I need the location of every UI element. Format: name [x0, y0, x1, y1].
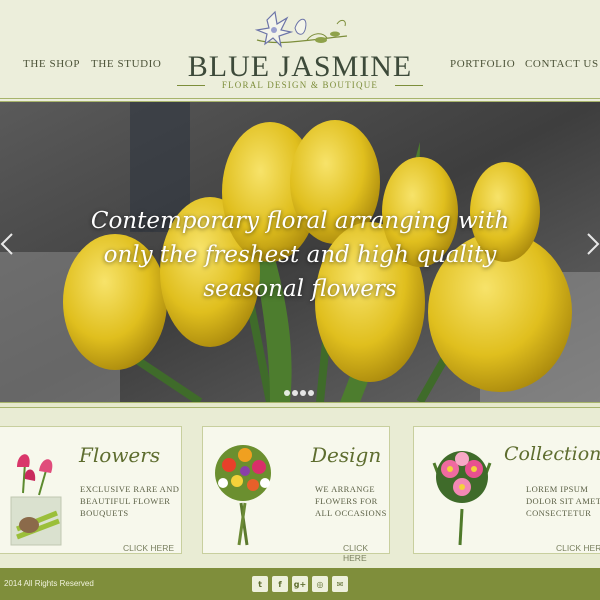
copyright-text: 2014 All Rights Reserved — [4, 579, 94, 588]
card-collections[interactable]: Collections LOREM IPSUM DOLOR SIT AMETU … — [413, 426, 600, 554]
google-plus-icon[interactable]: g+ — [292, 576, 308, 592]
nav-the-studio[interactable]: THE STUDIO — [91, 58, 161, 70]
nav-portfolio[interactable]: PORTFOLIO — [450, 58, 515, 70]
logo-title: BLUE JASMINE — [187, 50, 413, 83]
chevron-right-icon[interactable] — [586, 232, 600, 256]
card-link[interactable]: CLICK HERE — [123, 543, 174, 553]
site-logo[interactable]: BLUE JASMINE FLORAL DESIGN & BOUTIQUE — [175, 8, 425, 98]
facebook-icon[interactable]: f — [272, 576, 288, 592]
card-description: WE ARRANGE FLOWERS FOR ALL OCCASIONS — [315, 484, 387, 518]
twitter-icon[interactable]: t — [252, 576, 268, 592]
logo-subtitle: FLORAL DESIGN & BOUTIQUE — [221, 80, 379, 90]
logo-rule-right — [395, 85, 423, 86]
slider-dot[interactable] — [284, 390, 290, 396]
hero-tagline-line: seasonal flowers — [203, 276, 397, 302]
instagram-icon[interactable]: ◎ — [312, 576, 328, 592]
card-design[interactable]: Design WE ARRANGE FLOWERS FOR ALL OCCASI… — [202, 426, 390, 563]
mixed-bouquet-icon — [215, 445, 271, 546]
social-links: t f g+ ◎ ✉ — [252, 576, 348, 592]
hero-slider: Contemporary floral arranging with only … — [0, 102, 600, 402]
slider-dot[interactable] — [308, 390, 314, 396]
card-title: Flowers — [79, 443, 161, 467]
nav-the-shop[interactable]: THE SHOP — [23, 58, 80, 70]
card-title: Collections — [504, 443, 600, 465]
slider-dot[interactable] — [292, 390, 298, 396]
slider-dot[interactable] — [300, 390, 306, 396]
email-icon[interactable]: ✉ — [332, 576, 348, 592]
card-description: EXCLUSIVE RARE AND BEAUTIFUL FLOWER BOUQ… — [80, 484, 180, 518]
nav-contact-us[interactable]: CONTACT US — [525, 58, 599, 70]
card-description: LOREM IPSUM DOLOR SIT AMETU CONSECTETUR — [526, 484, 600, 518]
calla-lily-arrangement-icon — [10, 454, 62, 546]
site-footer: 2014 All Rights Reserved t f g+ ◎ ✉ — [0, 568, 600, 600]
jasmine-flower-logo-icon — [254, 10, 348, 48]
feature-cards: Flowers EXCLUSIVE RARE AND BEAUTIFUL FLO… — [0, 408, 600, 568]
card-title: Design — [311, 443, 382, 467]
hero-tagline: Contemporary floral arranging with only … — [70, 204, 530, 306]
site-header: THE SHOP THE STUDIO BLUE JASMINE FLORAL … — [0, 0, 600, 102]
card-link[interactable]: CLICK HERE — [343, 543, 389, 563]
slider-dots — [284, 390, 314, 398]
card-link[interactable]: CLICK HERE — [556, 543, 600, 553]
chevron-left-icon[interactable] — [0, 232, 14, 256]
card-flowers[interactable]: Flowers EXCLUSIVE RARE AND BEAUTIFUL FLO… — [0, 426, 182, 554]
hero-tagline-line: only the freshest and high quality — [103, 242, 497, 268]
pink-gerbera-bouquet-icon — [432, 451, 492, 546]
hero-tagline-line: Contemporary floral arranging with — [90, 208, 510, 234]
